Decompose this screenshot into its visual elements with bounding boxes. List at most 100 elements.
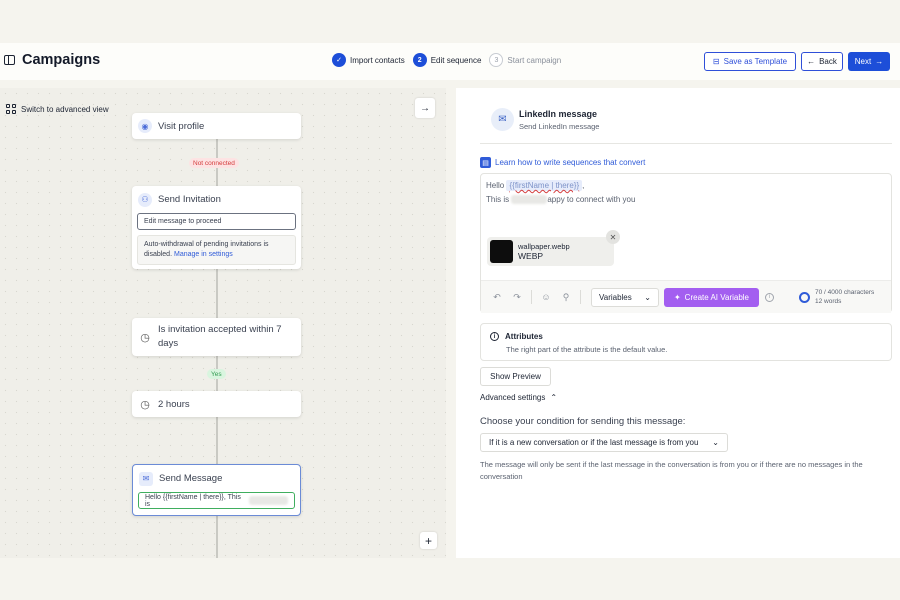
chevron-up-icon: ⌃ — [550, 393, 558, 402]
attachment-card[interactable]: wallpaper.webp WEBP — [487, 237, 614, 266]
save-as-template-button[interactable]: ⊟ Save as Template — [704, 52, 796, 71]
show-preview-button[interactable]: Show Preview — [480, 367, 551, 386]
top-band — [0, 0, 900, 43]
info-icon[interactable]: i — [765, 292, 774, 302]
learn-sequences-link[interactable]: ▤ Learn how to write sequences that conv… — [480, 157, 645, 168]
next-button[interactable]: Next → — [848, 52, 890, 71]
step-start-campaign[interactable]: 3 Start campaign — [489, 53, 561, 67]
message-preview-text: Hello {{firstName | there}}, This is — [145, 493, 241, 508]
next-label: Next — [854, 57, 872, 66]
invitation-message-field[interactable]: Edit message to proceed — [137, 213, 296, 230]
redacted-text — [248, 496, 288, 505]
comma-text: , — [582, 181, 585, 190]
close-icon[interactable]: ✕ — [606, 230, 620, 244]
node-send-invitation[interactable]: ⚇ Send Invitation Edit message to procee… — [132, 186, 301, 269]
attachment-type: WEBP — [518, 251, 544, 261]
chevron-down-icon: ⌄ — [644, 292, 651, 302]
node-send-message[interactable]: ✉ Send Message Hello {{firstName | there… — [132, 464, 301, 516]
undo-icon[interactable]: ↶ — [487, 292, 507, 303]
advanced-label: Advanced settings — [480, 393, 546, 402]
plus-icon: + — [424, 533, 432, 548]
arrow-right-icon: → — [875, 57, 884, 66]
variable-text: {{firstName | there}} — [509, 181, 580, 190]
condition-value: If it is a new conversation or if the la… — [489, 438, 699, 447]
node-label: Send Invitation — [158, 194, 221, 205]
attributes-subtitle: The right part of the attribute is the d… — [506, 345, 668, 354]
save-as-template-label: Save as Template — [723, 57, 788, 66]
redacted-text — [511, 195, 548, 205]
divider — [480, 143, 892, 144]
progress-ring-icon — [799, 292, 810, 303]
divider — [531, 290, 532, 304]
panel-subtitle: Send LinkedIn message — [519, 122, 600, 131]
not-connected-badge: Not connected — [189, 158, 239, 168]
step-label: Edit sequence — [430, 55, 482, 65]
manage-settings-link[interactable]: Manage in settings — [174, 251, 233, 258]
back-button[interactable]: ← Back — [801, 52, 843, 71]
step-number: 2 — [412, 53, 427, 67]
char-count: 70 / 4000 characters — [815, 289, 875, 296]
zoom-in-button[interactable]: + — [420, 532, 437, 549]
arrow-left-icon: ← — [807, 57, 816, 66]
character-counter: 70 / 4000 characters 12 words — [799, 289, 874, 306]
envelope-icon: ✉ — [139, 471, 153, 486]
chevron-down-icon: ⌄ — [712, 438, 719, 447]
learn-link-text: Learn how to write sequences that conver… — [495, 158, 646, 167]
message-editor[interactable]: Hello {{firstName | there}}, This is app… — [480, 173, 892, 313]
divider — [580, 290, 581, 304]
image-thumbnail — [490, 240, 513, 263]
variable-chip[interactable]: {{firstName | there}} — [506, 180, 583, 191]
editor-toolbar: ↶ ↷ ☺ ⚲ Variables ⌄ ✦ Create AI Variable… — [481, 280, 891, 313]
emoji-icon[interactable]: ☺ — [536, 292, 556, 302]
create-ai-variable-button[interactable]: ✦ Create AI Variable — [664, 287, 759, 307]
stepper: ✓ Import contacts 2 Edit sequence 3 Star… — [332, 53, 569, 67]
word-count: 12 words — [815, 297, 842, 305]
node-label: Send Message — [159, 473, 223, 484]
condition-select[interactable]: If it is a new conversation or if the la… — [480, 433, 728, 452]
editor-line-1: Hello {{firstName | there}}, — [486, 180, 584, 191]
node-visit-profile[interactable]: ◉ Visit profile — [132, 113, 301, 139]
node-invitation-accepted[interactable]: ◷ Is invitation accepted within 7 days — [132, 318, 301, 356]
condition-note: The message will only be sent if the las… — [480, 460, 863, 481]
line-text: This is — [486, 195, 510, 204]
panel-title: LinkedIn message — [519, 109, 598, 119]
arrow-right-icon: → — [420, 102, 430, 114]
book-icon: ▤ — [480, 157, 491, 168]
auto-withdrawal-note: Auto-withdrawal of pending invitations i… — [137, 235, 296, 265]
sidebar-toggle-icon[interactable] — [4, 55, 15, 65]
sparkle-icon: ✦ — [673, 292, 681, 302]
step-number: 3 — [489, 53, 504, 67]
attributes-info-box: i Attributes The right part of the attri… — [480, 323, 892, 361]
paperclip-icon[interactable]: ⚲ — [556, 292, 576, 303]
step-edit-sequence[interactable]: 2 Edit sequence — [412, 53, 482, 67]
clock-icon: ◷ — [140, 398, 150, 411]
switch-advanced-view-button[interactable]: Switch to advanced view — [2, 100, 113, 118]
back-label: Back — [819, 57, 837, 66]
yes-badge: Yes — [207, 369, 226, 379]
editor-line-2: This is appy to connect with you — [486, 195, 636, 205]
user-plus-icon: ⚇ — [138, 192, 152, 207]
step-import-contacts[interactable]: ✓ Import contacts — [332, 53, 405, 67]
clock-icon: ◷ — [140, 331, 150, 344]
page-title: Campaigns — [22, 52, 101, 68]
variables-label: Variables — [599, 292, 632, 302]
ai-button-label: Create AI Variable — [684, 292, 750, 302]
bookmark-icon: ⊟ — [712, 57, 720, 66]
header-bar: Campaigns ✓ Import contacts 2 Edit seque… — [0, 43, 900, 80]
envelope-icon: ✉ — [491, 108, 514, 131]
node-wait-2-hours[interactable]: ◷ 2 hours — [132, 391, 301, 417]
variables-dropdown[interactable]: Variables ⌄ — [591, 287, 659, 307]
eye-icon: ◉ — [138, 119, 152, 133]
step-label: Import contacts — [350, 55, 405, 65]
message-preview-field[interactable]: Hello {{firstName | there}}, This is — [138, 492, 295, 509]
grid-icon — [6, 104, 16, 114]
node-label: Is invitation accepted within 7 days — [158, 324, 282, 349]
switch-label: Switch to advanced view — [21, 104, 109, 114]
attributes-title: Attributes — [505, 332, 543, 341]
expand-arrow-button[interactable]: → — [415, 98, 435, 118]
node-label: Visit profile — [158, 120, 205, 132]
redo-icon[interactable]: ↷ — [507, 292, 527, 303]
advanced-settings-toggle[interactable]: Advanced settings ⌃ — [480, 393, 557, 402]
step-label: Start campaign — [507, 55, 562, 65]
line-text: appy to connect with you — [547, 195, 636, 204]
